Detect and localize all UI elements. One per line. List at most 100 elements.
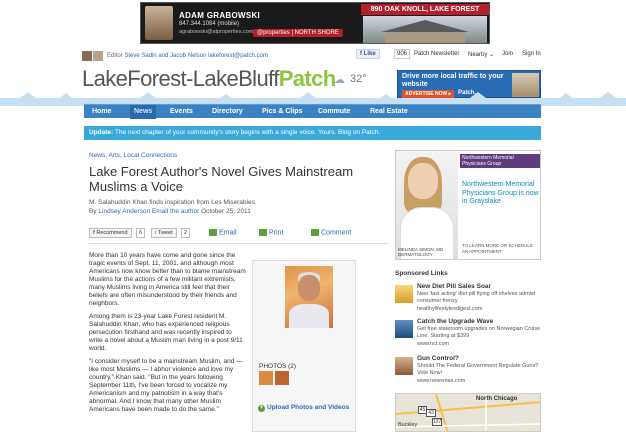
- sponsored-url: healthylifestylesdigest.com: [417, 306, 483, 312]
- divider: [89, 243, 389, 244]
- nav-commute[interactable]: Commute: [314, 105, 354, 119]
- comment-action[interactable]: Comment: [311, 229, 351, 236]
- editor-avatar: [82, 51, 92, 61]
- author-photo[interactable]: [285, 266, 333, 328]
- facebook-icon: f: [93, 230, 95, 236]
- nearby-dropdown[interactable]: Nearby ⌄: [468, 51, 494, 58]
- logo-town: LakeForest-LakeBluff: [82, 66, 279, 91]
- email-label: Email: [219, 229, 237, 237]
- photos-count-label: PHOTOS (2): [259, 363, 297, 370]
- byline: By Lindsey Anderson Email the author Oct…: [89, 208, 251, 215]
- main-nav: Home News Events Directory Pics & Clips …: [84, 104, 541, 119]
- sponsored-title[interactable]: New Diet Pill Sales Soar: [417, 283, 491, 290]
- comment-label: Comment: [321, 229, 352, 237]
- site-logo[interactable]: LakeForest-LakeBluffPatch: [82, 66, 336, 92]
- tweet-button[interactable]: t Tweet: [151, 228, 177, 238]
- facebook-like-button[interactable]: f Like: [356, 49, 380, 59]
- twitter-icon: t: [155, 230, 157, 236]
- recommend-button[interactable]: f Recommend: [89, 228, 132, 238]
- byline-prefix: By: [89, 208, 97, 215]
- editor-label: Editor: [107, 53, 123, 59]
- like-label: Like: [363, 51, 376, 57]
- plus-icon: +: [258, 405, 265, 412]
- editor-bar: Editor Steve Sadin and Jacob Nelson lake…: [82, 51, 372, 63]
- brand-logo: @properties | NORTH SHORE: [253, 29, 343, 37]
- email-icon: [209, 229, 217, 236]
- map-town: Buckley: [398, 422, 418, 428]
- upload-label: Upload Photos and Videos: [267, 404, 350, 411]
- agent-name: ADAM GRABOWSKI: [179, 11, 261, 20]
- sponsored-url: www.newsmax.com: [417, 378, 466, 384]
- update-text: The next chapter of your community's sto…: [114, 129, 381, 136]
- nav-real-estate[interactable]: Real Estate: [366, 105, 412, 119]
- article-body: More than 10 years have come and gone si…: [89, 252, 247, 419]
- editors-link[interactable]: Steve Sadin and Jacob Nelson: [124, 53, 206, 59]
- logo-patch: Patch: [278, 66, 337, 91]
- route-badge: 43: [426, 409, 436, 417]
- header-actions: f Like 906 Patch Newsletter Nearby ⌄ Joi…: [356, 48, 546, 62]
- paragraph: Among them is 23-year Lake Forest reside…: [89, 313, 243, 352]
- top-banner-ad[interactable]: ADAM GRABOWSKI 847.344.1084 (mobile) agr…: [140, 2, 490, 44]
- nav-pics-clips[interactable]: Pics & Clips: [258, 105, 306, 119]
- upload-photos-link[interactable]: + Upload Photos and Videos: [258, 404, 349, 412]
- ad-headline: Northwestern Memorial Physicians Group i…: [462, 181, 539, 205]
- sponsored-desc: Get free stateroom upgrades on Norwegian…: [417, 326, 541, 339]
- doctor-photo: MELINDA SIMON, MD · DERMATOLOGY: [396, 151, 458, 259]
- photo-thumbnail[interactable]: [259, 371, 273, 385]
- northwestern-logo: Northwestern Memorial Physicians Group: [460, 154, 540, 168]
- listing-address: 890 OAK KNOLL, LAKE FOREST: [361, 4, 489, 15]
- photo-thumbnail[interactable]: [275, 371, 289, 385]
- paragraph: "I consider myself to be a mainstream Mu…: [89, 358, 243, 413]
- share-bar: f Recommend 6 t Tweet 2 Email Print Comm…: [89, 226, 389, 240]
- email-action[interactable]: Email: [209, 229, 237, 236]
- recommend-label: Recommend: [96, 230, 128, 236]
- doctor-name: MELINDA SIMON, MD · DERMATOLOGY: [398, 247, 447, 257]
- agent-phone: 847.344.1084 (mobile): [179, 21, 240, 27]
- route-badge: 137: [432, 418, 442, 426]
- print-label: Print: [269, 229, 284, 237]
- article-date: October 25, 2011: [201, 208, 251, 215]
- tweet-label: Tweet: [157, 230, 173, 236]
- sponsored-url: www.ncl.com: [417, 341, 450, 347]
- sponsored-title[interactable]: Gun Control?: [417, 355, 459, 362]
- advertise-text: Drive more local traffic to your website: [402, 73, 504, 88]
- nav-home[interactable]: Home: [88, 105, 115, 119]
- email-author-link[interactable]: Email the author: [152, 208, 199, 215]
- nav-directory[interactable]: Directory: [208, 105, 247, 119]
- author-link[interactable]: Lindsey Anderson: [98, 208, 150, 215]
- update-banner[interactable]: Update: The next chapter of your communi…: [84, 126, 541, 140]
- nav-news[interactable]: News: [130, 105, 157, 119]
- northwestern-ad[interactable]: MELINDA SIMON, MD · DERMATOLOGY Northwes…: [395, 150, 541, 260]
- newsletter-link[interactable]: Patch Newsletter: [414, 51, 459, 57]
- map-label: North Chicago: [476, 396, 518, 402]
- agent-photo: [145, 6, 173, 40]
- recommend-count: 6: [136, 228, 146, 238]
- article-subhead: M. Salahuddin Khan finds inspiration fro…: [89, 199, 257, 206]
- sponsored-links-title: Sponsored Links: [395, 270, 448, 277]
- editor-email-link[interactable]: lakeforest@patch.com: [208, 53, 268, 59]
- like-count: 906: [394, 49, 411, 59]
- sponsored-link[interactable]: Gun Control? Should The Federal Governme…: [395, 355, 545, 385]
- house-photo: [363, 16, 487, 43]
- cloud-icon: ☁: [334, 74, 345, 86]
- update-label: Update:: [89, 129, 114, 136]
- ad-cta: TO LEARN MORE OR SCHEDULE AN APPOINTMENT: [462, 243, 533, 254]
- article-categories[interactable]: News, Arts, Local Connections: [89, 152, 177, 159]
- sponsored-link[interactable]: Catch the Upgrade Wave Get free stateroo…: [395, 318, 545, 348]
- sponsored-desc: New 'fast acting' diet pill flying off s…: [417, 291, 536, 304]
- paragraph: More than 10 years have come and gone si…: [89, 252, 246, 307]
- sponsored-title[interactable]: Catch the Upgrade Wave: [417, 318, 493, 325]
- sign-in-link[interactable]: Sign In: [522, 51, 541, 57]
- editor-avatar: [93, 51, 103, 61]
- join-link[interactable]: Join: [502, 51, 513, 57]
- comment-icon: [311, 229, 319, 236]
- sponsored-link[interactable]: New Diet Pill Sales Soar New 'fast actin…: [395, 283, 545, 313]
- weather-temp: 32°: [350, 73, 367, 85]
- local-map[interactable]: North Chicago Buckley 45 43 137: [395, 393, 541, 432]
- weather-widget[interactable]: ☁ 32°: [334, 72, 374, 88]
- tweet-count: 2: [181, 228, 191, 238]
- print-action[interactable]: Print: [259, 229, 283, 236]
- sponsored-image: [395, 357, 413, 375]
- nav-events[interactable]: Events: [166, 105, 197, 119]
- sponsored-image: [395, 320, 413, 338]
